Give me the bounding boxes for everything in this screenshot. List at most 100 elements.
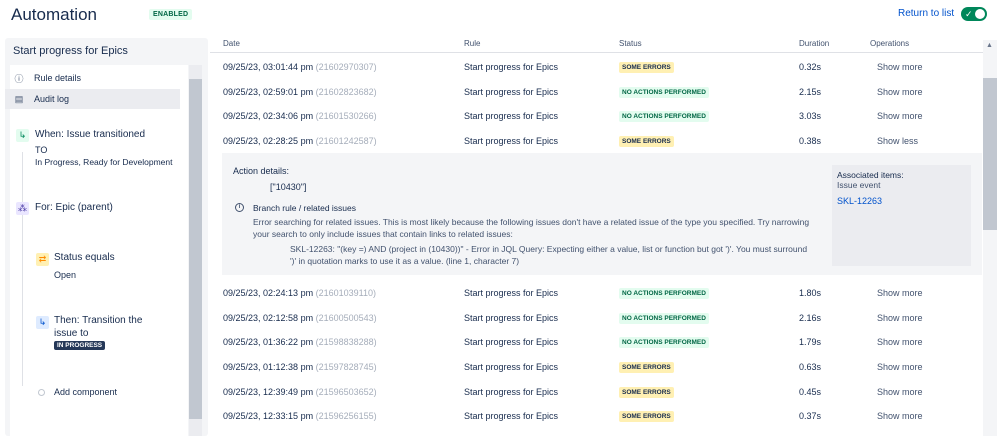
condition-icon: ⇄ (36, 253, 49, 266)
row-rule: Start progress for Epics (464, 313, 559, 323)
check-icon: ✓ (965, 9, 973, 19)
row-status-badge: SOME ERRORS (619, 62, 674, 73)
condition-value: Open (54, 270, 77, 280)
row-date: 09/25/23, 02:34:06 pm (21601530266) (223, 111, 377, 121)
show-less-link[interactable]: Show less (877, 136, 918, 146)
trigger-transition-icon: ↳ (16, 129, 29, 142)
info-icon: i (235, 203, 244, 212)
table-row: 09/25/23, 02:59:01 pm (21602823682) Star… (210, 79, 983, 103)
add-component-link[interactable]: Add component (54, 387, 117, 397)
show-more-link[interactable]: Show more (877, 337, 923, 347)
trigger-states: In Progress, Ready for Development (35, 157, 173, 167)
branch-title[interactable]: For: Epic (parent) (35, 202, 113, 213)
row-date: 09/25/23, 03:01:44 pm (21602970307) (223, 62, 377, 72)
row-duration: 0.45s (799, 387, 822, 397)
row-date: 09/25/23, 01:36:22 pm (21598838288) (223, 337, 377, 347)
row-status-badge: SOME ERRORS (619, 411, 674, 422)
row-execution-id: (21596256155) (315, 411, 377, 421)
row-duration: 3.03s (799, 111, 822, 121)
action-details-title: Action details: (233, 166, 290, 176)
row-status-badge: SOME ERRORS (619, 136, 674, 147)
scroll-up-icon[interactable]: ▲ (986, 42, 993, 49)
col-header-status[interactable]: Status (619, 39, 642, 48)
scrollbar-thumb[interactable] (983, 78, 997, 230)
row-date: 09/25/23, 02:59:01 pm (21602823682) (223, 87, 377, 97)
associated-items-type: Issue event (837, 180, 881, 190)
condition-title[interactable]: Status equals (54, 252, 115, 263)
branch-icon: ⁂ (16, 202, 29, 215)
issue-link[interactable]: SKL-12263 (837, 196, 882, 206)
row-execution-id: (21600500543) (315, 313, 377, 323)
row-status-badge: NO ACTIONS PERFORMED (619, 87, 709, 98)
table-row: 09/25/23, 12:39:49 pm (21596503652) Star… (210, 379, 983, 403)
action-title-line1[interactable]: Then: Transition the (54, 315, 142, 326)
trigger-to-label: TO (35, 145, 48, 155)
show-more-link[interactable]: Show more (877, 313, 923, 323)
status-badge: ENABLED (149, 9, 193, 20)
row-rule: Start progress for Epics (464, 411, 559, 421)
row-rule: Start progress for Epics (464, 136, 559, 146)
return-to-list-link[interactable]: Return to list (898, 8, 954, 19)
branch-rule-title: Branch rule / related issues (253, 203, 356, 213)
associated-items-title: Associated items: (837, 170, 904, 180)
show-more-link[interactable]: Show more (877, 411, 923, 421)
row-rule: Start progress for Epics (464, 288, 559, 298)
row-rule: Start progress for Epics (464, 337, 559, 347)
col-header-rule[interactable]: Rule (464, 39, 480, 48)
row-duration: 0.63s (799, 362, 822, 372)
nav-label: Audit log (34, 94, 70, 104)
trigger-title[interactable]: When: Issue transitioned (35, 129, 145, 140)
row-execution-id: (21601530266) (315, 111, 377, 121)
show-more-link[interactable]: Show more (877, 288, 923, 298)
row-date: 09/25/23, 01:12:38 pm (21597828745) (223, 362, 377, 372)
show-more-link[interactable]: Show more (877, 362, 923, 372)
nav-label: Rule details (34, 73, 82, 83)
rule-enabled-toggle[interactable]: ✓ (961, 7, 987, 21)
flow-connector (22, 152, 23, 386)
table-row: 09/25/23, 01:36:22 pm (21598838288) Star… (210, 329, 983, 353)
branch-rule-message: Error searching for related issues. This… (253, 217, 810, 239)
col-header-date[interactable]: Date (223, 39, 240, 48)
row-duration: 0.32s (799, 62, 822, 72)
row-duration: 0.38s (799, 136, 822, 146)
associated-items-panel: Associated items: Issue event SKL-12263 (832, 165, 971, 266)
table-scrollbar[interactable]: ▲ (983, 40, 997, 436)
nav-rule-details[interactable]: ⓘ Rule details (5, 68, 180, 88)
table-row: 09/25/23, 03:01:44 pm (21602970307) Star… (210, 54, 983, 78)
sidebar-scrollbar[interactable] (189, 65, 202, 436)
row-rule: Start progress for Epics (464, 87, 559, 97)
page-title: Automation (11, 5, 97, 24)
action-details-value: ["10430"] (270, 182, 307, 192)
row-rule: Start progress for Epics (464, 362, 559, 372)
scrollbar-thumb[interactable] (189, 79, 202, 419)
table-row: 09/25/23, 02:12:58 pm (21600500543) Star… (210, 305, 983, 329)
row-status-badge: NO ACTIONS PERFORMED (619, 288, 709, 299)
row-date: 09/25/23, 02:12:58 pm (21600500543) (223, 313, 377, 323)
table-row: 09/25/23, 01:12:38 pm (21597828745) Star… (210, 354, 983, 378)
show-more-link[interactable]: Show more (877, 111, 923, 121)
table-row-expanded: 09/25/23, 02:28:25 pm (21601242587) Star… (210, 128, 983, 152)
branch-rule-error: SKL-12263: "(key =) AND (project in (104… (290, 244, 808, 266)
row-duration: 1.80s (799, 288, 822, 298)
in-progress-badge: IN PROGRESS (54, 341, 106, 350)
page-header: Automation ENABLED Return to list ✓ (0, 0, 999, 32)
show-more-link[interactable]: Show more (877, 62, 923, 72)
show-more-link[interactable]: Show more (877, 387, 923, 397)
info-icon: ⓘ (14, 73, 24, 84)
action-title-line2[interactable]: issue to (54, 328, 88, 339)
table-row: 09/25/23, 12:33:15 pm (21596256155) Star… (210, 403, 983, 427)
toggle-knob (975, 9, 985, 19)
row-date: 09/25/23, 12:39:49 pm (21596503652) (223, 387, 377, 397)
row-status-badge: SOME ERRORS (619, 387, 674, 398)
row-duration: 1.79s (799, 337, 822, 347)
row-execution-id: (21601039110) (315, 288, 376, 298)
row-rule: Start progress for Epics (464, 62, 559, 72)
row-execution-id: (21598838288) (315, 337, 377, 347)
row-date: 09/25/23, 12:33:15 pm (21596256155) (223, 411, 377, 421)
show-more-link[interactable]: Show more (877, 87, 923, 97)
row-rule: Start progress for Epics (464, 111, 559, 121)
col-header-operations: Operations (870, 39, 910, 48)
row-execution-id: (21602823682) (315, 87, 377, 97)
nav-audit-log[interactable]: ▤ Audit log (5, 89, 180, 109)
col-header-duration[interactable]: Duration (799, 39, 829, 48)
